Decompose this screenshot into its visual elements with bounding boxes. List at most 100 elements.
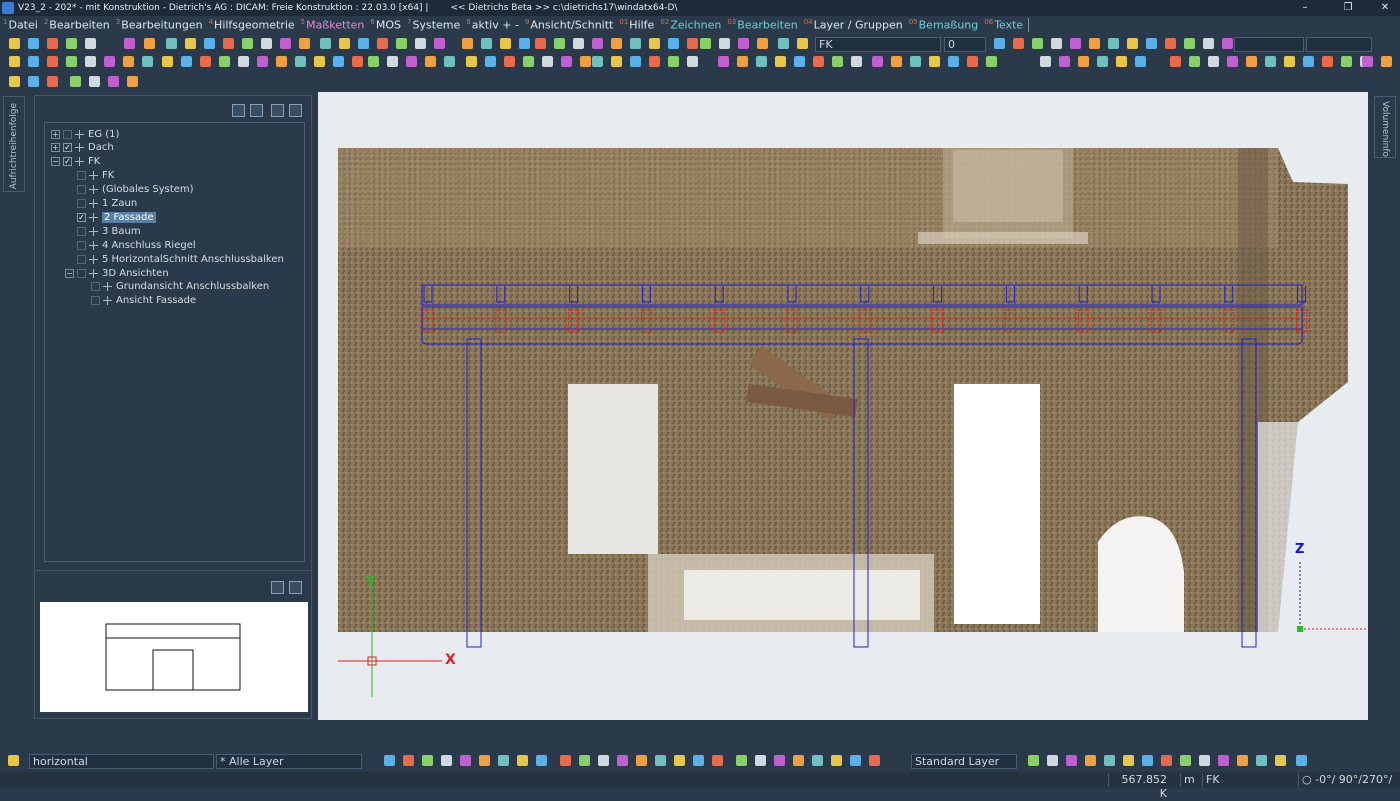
side-tab-left[interactable]: Aufrichtreihenfolge (3, 96, 25, 192)
toolbar-icon[interactable] (9, 56, 20, 67)
toolbar-icon[interactable] (598, 755, 609, 766)
toolbar-icon[interactable] (276, 56, 287, 67)
toolbar-icon[interactable] (504, 56, 515, 67)
toolbar-icon[interactable] (1116, 56, 1127, 67)
toolbar-icon[interactable] (655, 755, 666, 766)
toolbar-icon[interactable] (1275, 755, 1286, 766)
toolbar-icon[interactable] (261, 38, 272, 49)
tree-item[interactable]: 4 Anschluss Riegel (65, 238, 196, 252)
tree-expander-icon[interactable]: − (51, 157, 60, 167)
minimap-dock-button[interactable] (289, 581, 302, 594)
menu-item-5[interactable]: 6MOS (367, 18, 404, 32)
toolbar-icon[interactable] (630, 56, 641, 67)
toolbar-icon[interactable] (1265, 56, 1276, 67)
toolbar-icon[interactable] (1066, 755, 1077, 766)
toolbar-icon[interactable] (794, 56, 805, 67)
pin-button[interactable] (271, 104, 284, 117)
tree-checkbox[interactable] (77, 226, 86, 236)
tree-item[interactable]: Ansicht Fassade (79, 294, 196, 308)
toolbar-icon[interactable] (1040, 56, 1051, 67)
toolbar-icon[interactable] (693, 755, 704, 766)
toolbar-icon[interactable] (775, 56, 786, 67)
toolbar-icon[interactable] (9, 76, 20, 87)
toolbar-icon[interactable] (1161, 755, 1172, 766)
toolbar-icon[interactable] (1218, 755, 1229, 766)
toolbar-icon[interactable] (223, 38, 234, 49)
toolbar-icon[interactable] (738, 38, 749, 49)
toolbar-icon[interactable] (986, 56, 997, 67)
toolbar-icon[interactable] (295, 56, 306, 67)
tree-expander-icon[interactable]: − (65, 268, 74, 278)
toolbar-icon[interactable] (536, 755, 547, 766)
toolbar-icon[interactable] (561, 56, 572, 67)
toolbar-icon[interactable] (611, 56, 622, 67)
toolbar-icon[interactable] (47, 76, 58, 87)
toolbar-icon[interactable] (89, 76, 100, 87)
toolbar-icon[interactable] (774, 755, 785, 766)
toolbar-icon[interactable] (299, 38, 310, 49)
toolbar-icon[interactable] (649, 38, 660, 49)
toolbar-icon[interactable] (948, 56, 959, 67)
toolbar-icon[interactable] (123, 56, 134, 67)
toolbar-icon[interactable] (778, 38, 789, 49)
toolbar-icon[interactable] (384, 755, 395, 766)
toolbar-icon[interactable] (813, 56, 824, 67)
tree-checkbox[interactable] (77, 240, 86, 250)
toolbar-icon[interactable] (712, 755, 723, 766)
toolbar-icon[interactable] (257, 56, 268, 67)
toolbar-icon[interactable] (1047, 755, 1058, 766)
menu-item-8[interactable]: 9Ansicht/Schnitt (522, 18, 616, 32)
toolbar-icon[interactable] (66, 38, 77, 49)
toolbar-icon[interactable] (1059, 56, 1070, 67)
tree-checkbox[interactable] (77, 254, 86, 264)
empty-combo-2[interactable] (1306, 37, 1372, 52)
toolbar-icon[interactable] (1108, 38, 1119, 49)
toolbar-icon[interactable] (127, 76, 138, 87)
toolbar-icon[interactable] (519, 38, 530, 49)
menu-item-13[interactable]: 05Bemaßung (906, 18, 982, 32)
toolbar-icon[interactable] (1381, 56, 1392, 67)
toolbar-icon[interactable] (1208, 56, 1219, 67)
close-button[interactable]: ✕ (1370, 0, 1400, 16)
toolbar-icon[interactable] (85, 38, 96, 49)
menu-item-7[interactable]: 8aktiv + - (463, 18, 522, 32)
toolbar-icon[interactable] (755, 755, 766, 766)
toolbar-icon[interactable] (444, 56, 455, 67)
toolbar-icon[interactable] (1032, 38, 1043, 49)
toolbar-icon[interactable] (523, 56, 534, 67)
toolbar-icon[interactable] (832, 56, 843, 67)
toolbar-icon[interactable] (481, 38, 492, 49)
toolbar-icon[interactable] (28, 56, 39, 67)
toolbar-icon[interactable] (425, 56, 436, 67)
toolbar-icon[interactable] (700, 38, 711, 49)
toolbar-icon[interactable] (185, 38, 196, 49)
toolbar-icon[interactable] (1296, 755, 1307, 766)
menu-item-6[interactable]: 7Systeme (404, 18, 463, 32)
side-tab-right[interactable]: Volumeninfo (1374, 96, 1396, 158)
toolbar-icon[interactable] (498, 755, 509, 766)
tree-item[interactable]: ✓ 2 Fassade (65, 210, 156, 224)
toolbar-icon[interactable] (592, 38, 603, 49)
number-combo[interactable]: 0 (944, 37, 986, 52)
menu-item-12[interactable]: 04Layer / Gruppen (801, 18, 906, 32)
toolbar-icon[interactable] (47, 56, 58, 67)
menu-item-2[interactable]: 3Bearbeitungen (113, 18, 206, 32)
toolbar-icon[interactable] (636, 755, 647, 766)
tree-item[interactable]: + EG (1) (51, 127, 119, 141)
tree-item[interactable]: 1 Zaun (65, 197, 137, 211)
toolbar-icon[interactable] (517, 755, 528, 766)
toolbar-icon[interactable] (66, 56, 77, 67)
tree-checkbox[interactable] (91, 296, 100, 306)
toolbar-icon[interactable] (280, 38, 291, 49)
tree-checkbox[interactable] (77, 268, 86, 278)
toolbar-icon[interactable] (1135, 56, 1146, 67)
toolbar-icon[interactable] (1322, 56, 1333, 67)
toolbar-icon[interactable] (1078, 56, 1089, 67)
toolbar-icon[interactable] (144, 38, 155, 49)
toolbar-icon[interactable] (1189, 56, 1200, 67)
toolbar-icon[interactable] (1104, 755, 1115, 766)
toolbar-icon[interactable] (8, 755, 19, 766)
toolbar-icon[interactable] (162, 56, 173, 67)
toolbar-icon[interactable] (1246, 56, 1257, 67)
toolbar-icon[interactable] (617, 755, 628, 766)
